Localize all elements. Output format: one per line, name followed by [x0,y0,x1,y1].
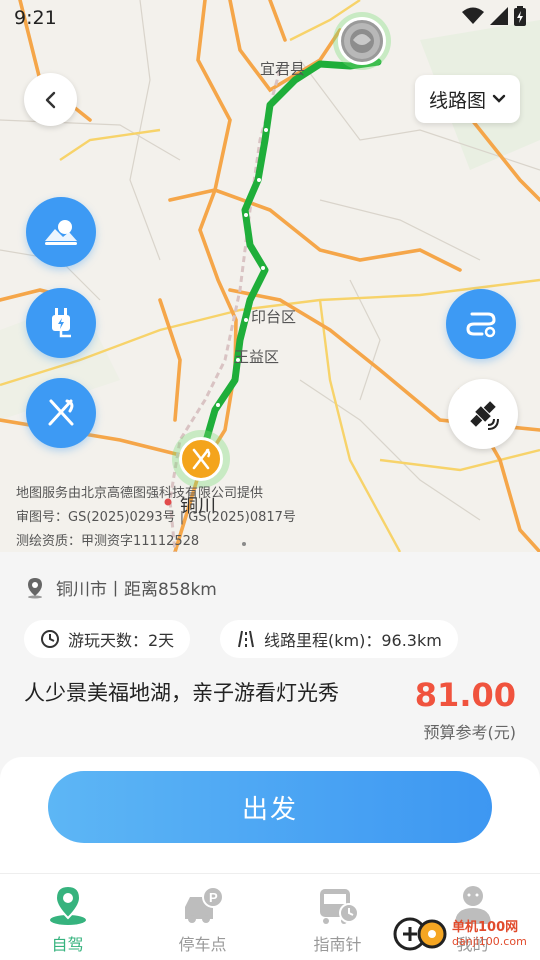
restaurants-button[interactable] [26,378,96,448]
start-card: 出发 [0,757,540,873]
budget-label: 预算参考(元) [423,723,517,742]
map-credit-line2: 审图号：GS(2025)0293号 | GS(2025)0817号 [16,510,296,525]
location-text: 铜川市丨距离858km [56,580,217,600]
route-planning-button[interactable] [446,289,516,359]
status-time: 9:21 [14,7,57,29]
road-icon [238,630,254,648]
wifi-icon [462,7,484,24]
watermark-logo-icon [393,917,447,951]
chevron-down-icon [492,94,506,103]
budget-price: 81.00 [414,676,516,714]
scenic-spots-button[interactable] [26,197,96,267]
status-icons [462,6,526,26]
signal-icon [490,7,508,25]
food-marker [179,437,223,481]
destination-marker[interactable] [172,430,230,488]
start-button[interactable]: 出发 [48,771,492,843]
watermark-sub: danji100.com [452,935,527,948]
back-arrow-icon [45,91,55,108]
charging-icon [52,308,71,338]
bus-clock-icon [315,882,361,928]
distance-text: 线路里程(km)：96.3km [264,631,442,650]
location-row: 铜川市丨距离858km [24,575,217,600]
trip-info: 铜川市丨距离858km 游玩天数：2天 线路里程(km)：96.3km 人少景美… [0,552,540,762]
svg-text:P: P [209,890,218,905]
days-text: 游玩天数：2天 [68,631,175,650]
food-icon [48,399,74,426]
watermark-text: 单机100网 [452,920,519,935]
back-button[interactable] [24,73,77,126]
trip-title: 人少景美福地湖，亲子游看灯光秀 [24,681,339,705]
clock-icon [41,630,59,648]
satellite-icon [470,401,499,430]
location-pin-icon [28,577,42,598]
nav-label-self-drive: 自驾 [51,935,84,954]
map-label-district-1: 印台区 [251,308,297,326]
route-icon [466,312,496,338]
days-chip: 游玩天数：2天 [24,620,191,658]
map-credit: 地图服务由北京高德图强科技有限公司提供 审图号：GS(2025)0293号 | … [16,482,296,552]
nav-label-parking: 停车点 [178,935,227,954]
site-watermark: 单机100网 danji100.com [392,916,527,952]
battery-icon [514,6,526,26]
charging-station-button[interactable] [26,288,96,358]
status-bar: 9:21 [0,0,540,36]
map-credit-line3: 测绘资质：甲测资字11112528 [16,534,200,549]
nav-item-self-drive[interactable]: 自驾 [0,874,135,960]
scenic-icon [45,220,77,245]
nav-label-compass: 指南针 [313,935,362,954]
map-credit-line1: 地图服务由北京高德图强科技有限公司提供 [16,486,264,501]
fork-knife-icon [192,448,211,470]
distance-chip: 线路里程(km)：96.3km [220,620,458,658]
map-label-district-2: 王益区 [234,348,280,366]
nav-item-compass[interactable]: 指南针 [270,874,405,960]
nav-item-parking[interactable]: P 停车点 [135,874,270,960]
route-map-label: 线路图 [428,89,486,112]
map-view[interactable]: 9:21 宜君县 印台区 王益区 铜川 线路图 地图服务由北京高德图强科技有限公… [0,0,540,552]
parking-car-icon: P [180,882,226,928]
route-map-button[interactable]: 线路图 [414,75,520,123]
map-label-county: 宜君县 [260,60,306,78]
map-pin-icon [45,882,91,928]
satellite-layer-button[interactable] [448,379,518,449]
